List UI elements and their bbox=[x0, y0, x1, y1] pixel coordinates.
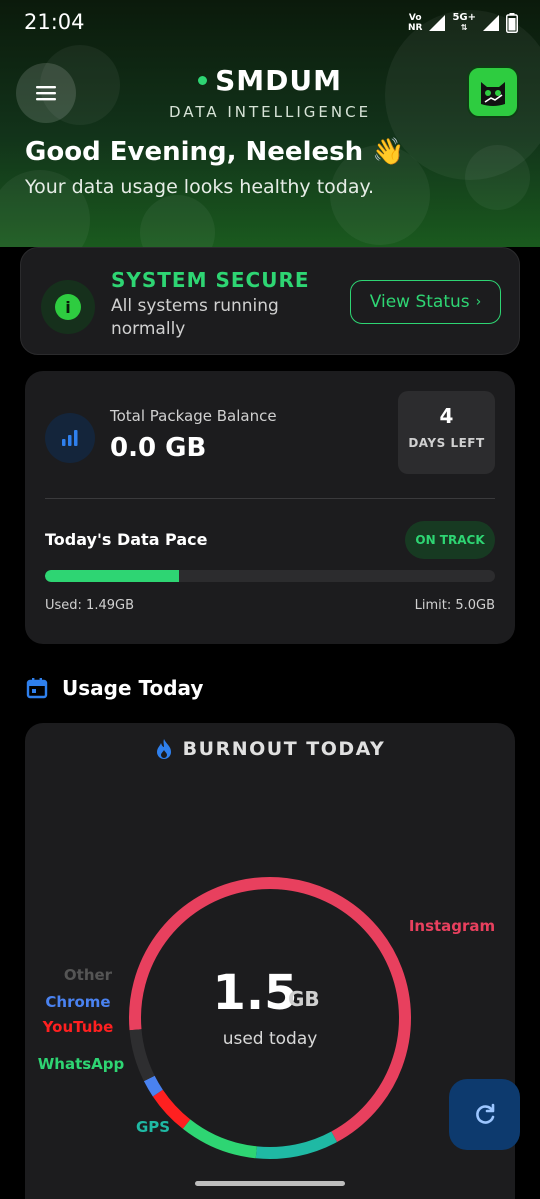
system-secure-card: i SYSTEM SECURE All systems running norm… bbox=[20, 247, 520, 355]
view-status-button[interactable]: View Status › bbox=[350, 280, 501, 324]
donut-label-chrome: Chrome bbox=[45, 993, 110, 1011]
limit-amount: Limit: 5.0GB bbox=[414, 598, 495, 613]
greeting-title: Good Evening, Neelesh 👋 bbox=[25, 137, 405, 167]
signal-bars-icon bbox=[62, 430, 78, 446]
pace-status-badge: ON TRACK bbox=[405, 521, 495, 559]
days-left-number: 4 bbox=[439, 404, 454, 428]
donut-slice-chrome bbox=[143, 1075, 163, 1097]
network-type: 5G+ ⇅ bbox=[452, 12, 476, 33]
donut-slice-other bbox=[129, 1029, 155, 1082]
brand: SMDUM DATA INTELLIGENCE bbox=[0, 64, 540, 121]
app-logo-icon bbox=[481, 82, 505, 106]
status-icons: Vo NR 5G+ ⇅ bbox=[408, 12, 518, 34]
brand-subtitle: DATA INTELLIGENCE bbox=[168, 103, 372, 121]
chevron-right-icon: › bbox=[475, 294, 482, 310]
donut-label-youtube: YouTube bbox=[42, 1018, 114, 1036]
calendar-icon bbox=[26, 678, 48, 699]
status-time: 21:04 bbox=[24, 10, 85, 34]
burnout-card: BURNOUT TODAY Instagram GPS WhatsApp YouTub… bbox=[25, 723, 515, 1199]
days-left-label: DAYS LEFT bbox=[408, 436, 485, 450]
app-logo-button[interactable] bbox=[467, 66, 519, 118]
divider bbox=[45, 498, 495, 499]
volte-indicator: Vo NR bbox=[407, 13, 423, 33]
donut-label-gps: GPS bbox=[136, 1118, 170, 1136]
usage-today-header: Usage Today bbox=[26, 676, 203, 700]
balance-label: Total Package Balance bbox=[110, 407, 277, 425]
refresh-button[interactable] bbox=[449, 1079, 520, 1150]
donut-slice-gps bbox=[255, 1131, 338, 1159]
secure-subtitle: All systems running normally bbox=[111, 296, 279, 339]
donut-slice-whatsapp bbox=[182, 1119, 258, 1159]
secure-title: SYSTEM SECURE bbox=[111, 268, 310, 292]
chart-total-unit: GB bbox=[288, 987, 320, 1011]
greeting-subtitle: Your data usage looks healthy today. bbox=[25, 176, 375, 198]
battery-icon bbox=[506, 13, 518, 33]
used-amount: Used: 1.49GB bbox=[45, 598, 134, 613]
decorative-bubble bbox=[465, 145, 530, 210]
view-status-label: View Status bbox=[369, 292, 470, 312]
signal-icon-2 bbox=[483, 15, 499, 31]
brand-dot bbox=[198, 76, 208, 85]
burnout-donut-chart: Instagram GPS WhatsApp YouTube Chrome Other 1… bbox=[38, 877, 495, 1159]
donut-label-whatsapp: WhatsApp bbox=[38, 1055, 125, 1073]
pace-progress-fill bbox=[45, 570, 180, 582]
signal-bars-icon-wrap bbox=[45, 413, 95, 463]
days-left-box: 4 DAYS LEFT bbox=[398, 391, 495, 474]
chart-total-caption: used today bbox=[223, 1029, 318, 1049]
donut-label-other: Other bbox=[64, 966, 113, 984]
decorative-bubble bbox=[140, 195, 215, 247]
pace-progress-bar bbox=[45, 570, 495, 582]
refresh-icon bbox=[475, 1103, 494, 1124]
brand-name: SMDUM bbox=[198, 64, 342, 97]
pace-title: Today's Data Pace bbox=[45, 530, 208, 549]
balance-value: 0.0 GB bbox=[110, 433, 207, 463]
status-bar: 21:04 Vo NR 5G+ ⇅ bbox=[0, 0, 540, 48]
package-balance-card: Total Package Balance 0.0 GB 4 DAYS LEFT… bbox=[25, 371, 515, 644]
home-indicator[interactable] bbox=[195, 1181, 345, 1186]
usage-today-title: Usage Today bbox=[62, 676, 204, 700]
donut-label-instagram: Instagram bbox=[409, 917, 495, 935]
chart-total-value: 1.5 bbox=[212, 965, 297, 1021]
signal-icon bbox=[429, 15, 446, 31]
info-icon: i bbox=[55, 294, 81, 320]
info-icon-wrap: i bbox=[41, 280, 95, 334]
